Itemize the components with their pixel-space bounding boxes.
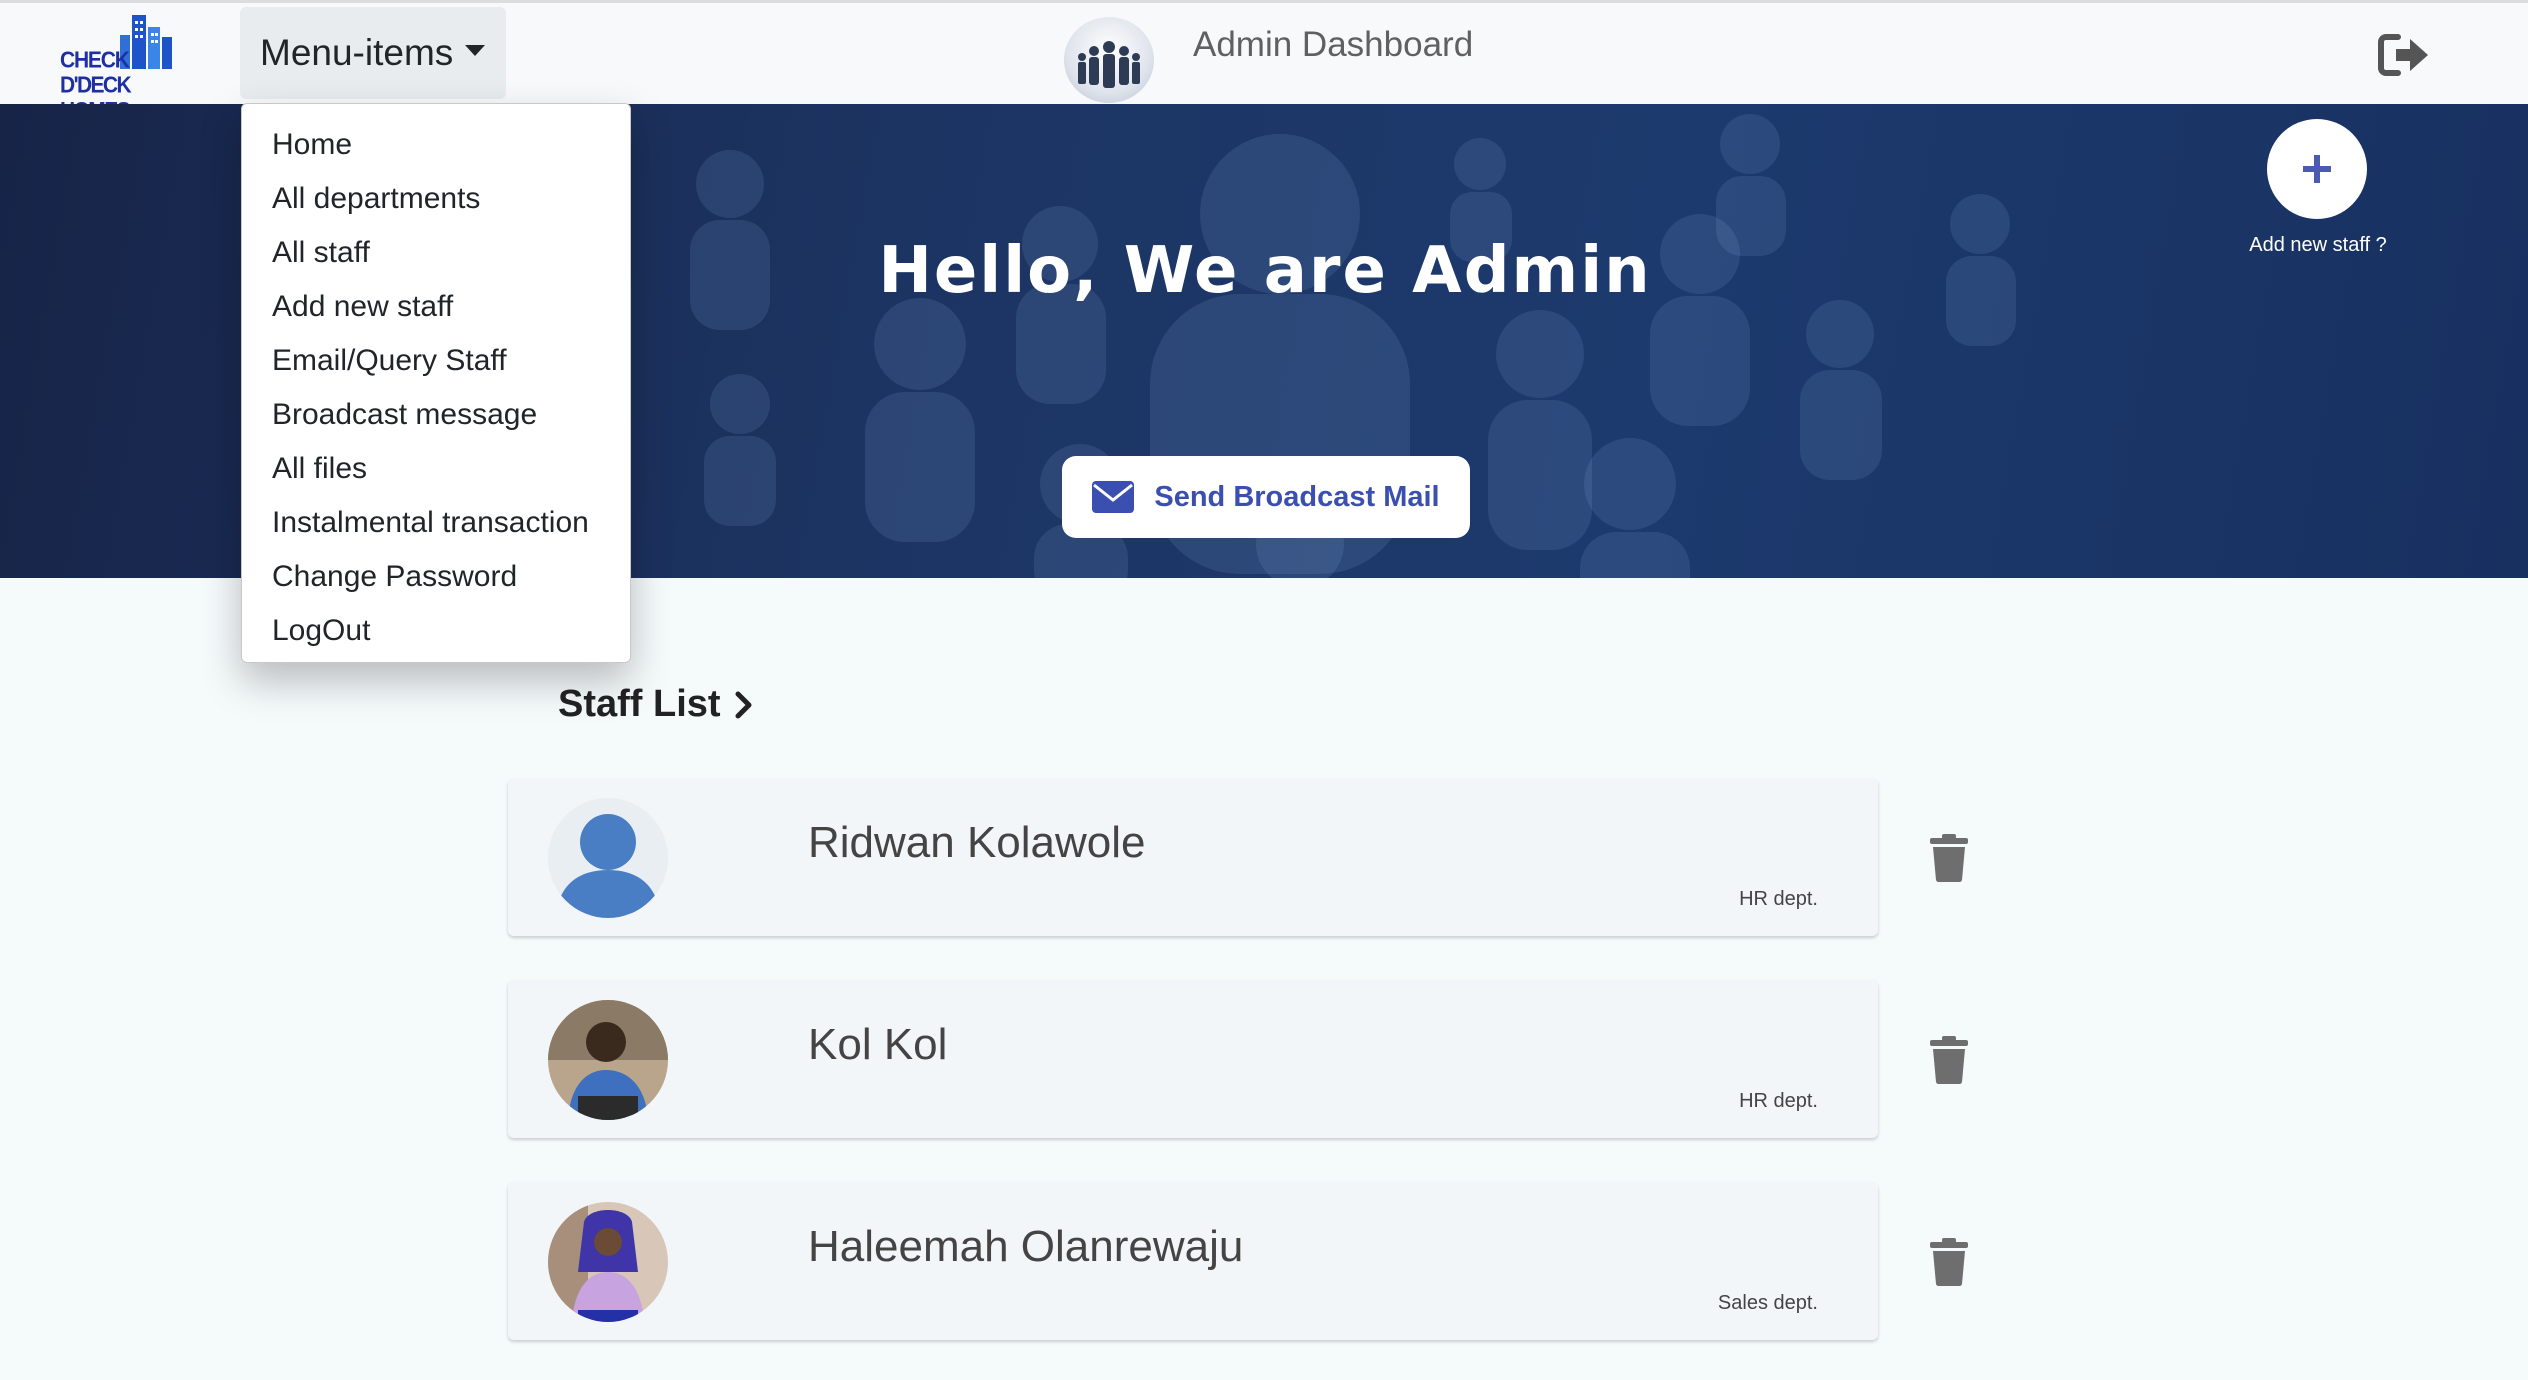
business-people-image	[1078, 41, 1140, 88]
menu-items-dropdown: Home All departments All staff Add new s…	[241, 103, 631, 663]
staff-avatar	[548, 798, 668, 918]
send-broadcast-mail-button[interactable]: Send Broadcast Mail	[1062, 456, 1470, 538]
add-new-staff-label[interactable]: Add new staff ?	[2230, 234, 2406, 257]
menu-item-email-query-staff[interactable]: Email/Query Staff	[242, 334, 630, 388]
envelope-icon	[1092, 481, 1135, 513]
add-new-staff-button[interactable]	[2267, 119, 2367, 219]
trash-icon[interactable]	[1930, 834, 1968, 882]
brand-line1: CHECK	[60, 47, 130, 73]
menu-item-all-files[interactable]: All files	[242, 442, 630, 496]
staff-department: HR dept.	[1739, 1090, 1818, 1112]
staff-card[interactable]: Ridwan Kolawole HR dept.	[508, 778, 1878, 936]
default-user-icon	[548, 798, 668, 918]
sign-out-icon[interactable]	[2378, 33, 2430, 77]
staff-card[interactable]: Kol Kol HR dept.	[508, 980, 1878, 1138]
staff-photo	[548, 1000, 668, 1120]
staff-name: Haleemah Olanrewaju	[808, 1222, 1244, 1271]
staff-name: Kol Kol	[808, 1020, 948, 1069]
staff-name: Ridwan Kolawole	[808, 818, 1146, 867]
menu-item-home[interactable]: Home	[242, 118, 630, 172]
page-title: Admin Dashboard	[1193, 25, 1474, 64]
top-navbar: CHECK D'DECK HOMES Menu-items Admin Dash…	[0, 0, 2528, 123]
menu-item-instalmental-transaction[interactable]: Instalmental transaction	[242, 496, 630, 550]
menu-toggle-label: Menu-items	[260, 32, 454, 73]
staff-avatar	[548, 1000, 668, 1120]
trash-icon[interactable]	[1930, 1036, 1968, 1084]
menu-item-logout[interactable]: LogOut	[242, 604, 630, 658]
send-broadcast-mail-label: Send Broadcast Mail	[1154, 480, 1440, 513]
staff-photo	[548, 1202, 668, 1322]
staff-card[interactable]: Haleemah Olanrewaju Sales dept.	[508, 1182, 1878, 1340]
admin-avatar	[1064, 17, 1154, 103]
menu-item-all-staff[interactable]: All staff	[242, 226, 630, 280]
plus-icon	[2303, 155, 2331, 183]
brand-logo[interactable]: CHECK D'DECK HOMES	[56, 13, 186, 123]
menu-items-dropdown-toggle[interactable]: Menu-items	[240, 7, 506, 99]
caret-down-icon	[465, 44, 486, 56]
menu-item-change-password[interactable]: Change Password	[242, 550, 630, 604]
menu-item-add-new-staff[interactable]: Add new staff	[242, 280, 630, 334]
staff-list-heading[interactable]: Staff List	[558, 683, 753, 726]
staff-avatar	[548, 1202, 668, 1322]
chevron-right-icon	[735, 691, 752, 718]
trash-icon[interactable]	[1930, 1238, 1968, 1286]
staff-list-heading-text: Staff List	[558, 683, 721, 725]
hero-heading-text: Hello, We are Admin	[878, 234, 1652, 308]
staff-department: Sales dept.	[1717, 1292, 1818, 1314]
menu-item-broadcast-message[interactable]: Broadcast message	[242, 388, 630, 442]
staff-department: HR dept.	[1739, 888, 1818, 910]
menu-item-all-departments[interactable]: All departments	[242, 172, 630, 226]
